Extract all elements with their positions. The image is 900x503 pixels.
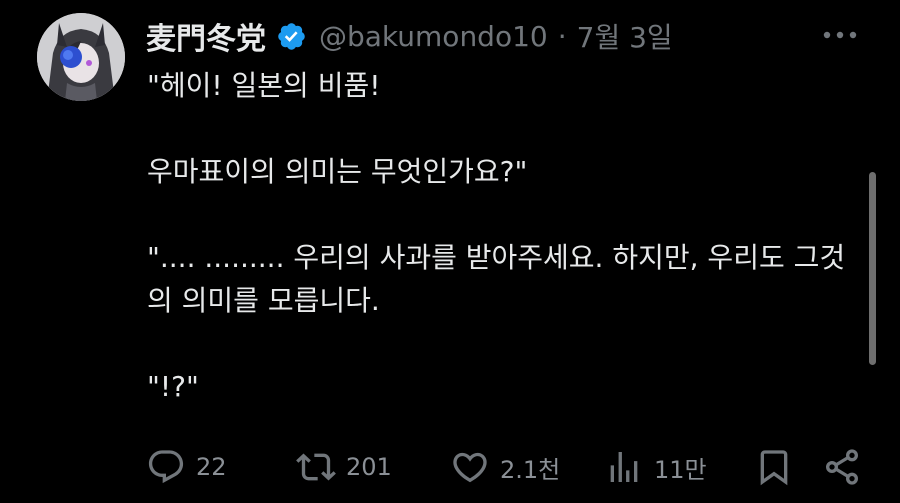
tweet-text: "헤이! 일본의 비품! 우마표이의 의미는 무엇인가요?" ".... ...… [147,64,862,408]
tweet-header: 麦門冬党 @bakumondo10 · 7월 3일 [146,14,673,58]
reply-count: 22 [196,453,227,481]
scrollbar-thumb[interactable] [869,172,876,365]
verified-badge-icon [276,21,307,52]
avatar-image [37,13,125,101]
retweet-icon [296,453,336,481]
tweet-paragraph: "!?" [147,370,199,403]
reply-button[interactable]: 22 [146,445,227,489]
heart-icon [453,452,487,483]
retweet-button[interactable]: 201 [296,445,392,489]
tweet-date[interactable]: 7월 3일 [577,16,673,56]
tweet: 麦門冬党 @bakumondo10 · 7월 3일 "헤이! 일본의 비품! 우… [0,0,900,503]
display-name[interactable]: 麦門冬党 [146,14,266,58]
separator-dot: · [557,19,567,53]
like-count: 2.1천 [500,455,561,484]
avatar[interactable] [37,13,125,101]
share-button[interactable] [822,445,872,489]
like-button[interactable]: 2.1천 [450,445,560,489]
bookmark-button[interactable] [754,445,804,489]
views-count: 11만 [654,455,707,484]
tweet-paragraph: "헤이! 일본의 비품! [147,69,381,102]
retweet-count: 201 [346,453,392,481]
more-options-icon[interactable] [820,20,860,50]
views-button[interactable]: 11만 [604,445,707,489]
tweet-paragraph: ".... ......... 우리의 사과를 받아주세요. 하지만, 우리도 … [147,241,846,317]
reply-icon [148,450,184,484]
tweet-paragraph: 우마표이의 의미는 무엇인가요?" [147,155,528,188]
views-icon [610,452,638,482]
user-handle[interactable]: @bakumondo10 [319,20,548,53]
action-bar: 22 201 2.1천 11만 [146,445,866,489]
bookmark-icon [760,450,788,486]
share-icon [826,449,858,485]
